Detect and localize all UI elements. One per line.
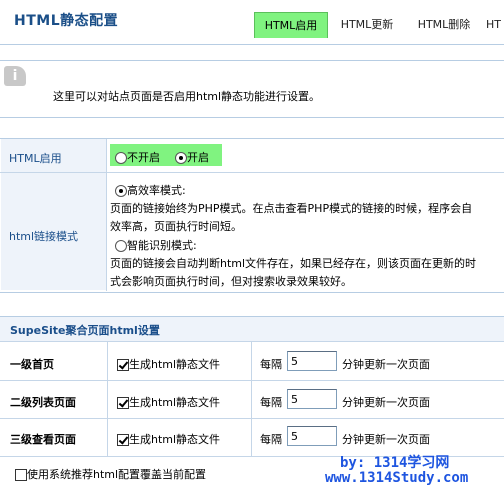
divider	[0, 172, 504, 173]
smart-desc-1: 页面的链接会自动判断html文件存在，如果已经存在，则该页面在更新的时	[110, 257, 477, 270]
interval-input-view[interactable]: 5	[287, 426, 337, 446]
checkbox-icon[interactable]	[117, 397, 129, 409]
watermark-line-1: by: 1314学习网	[340, 455, 450, 471]
radio-enable[interactable]: 开启	[175, 149, 209, 165]
radio-icon[interactable]	[175, 152, 187, 164]
tab-bar: HTML启用 HTML更新 HTML删除 HT	[252, 12, 504, 38]
checkbox-icon[interactable]	[117, 434, 129, 446]
divider	[251, 342, 252, 456]
enable-label: HTML启用	[9, 152, 62, 165]
checkbox-label: 生成html静态文件	[129, 358, 221, 371]
link-mode-label: html链接模式	[9, 230, 79, 243]
radio-icon[interactable]	[115, 185, 127, 197]
high-efficiency-desc-1: 页面的链接始终为PHP模式。在点击查看PHP模式的链接的时候，程序会自	[110, 202, 473, 215]
tab-html-update[interactable]: HTML更新	[332, 12, 402, 37]
interval-unit: 分钟更新一次页面	[342, 433, 430, 446]
generate-html-checkbox-list[interactable]: 生成html静态文件	[117, 394, 220, 410]
tab-more[interactable]: HT	[486, 12, 504, 37]
interval-unit: 分钟更新一次页面	[342, 358, 430, 371]
info-icon: i	[4, 66, 26, 86]
divider	[0, 418, 504, 419]
watermark-line-2: www.1314Study.com	[325, 470, 469, 486]
row-label-view: 三级查看页面	[10, 433, 76, 446]
radio-high-efficiency-label: 高效率模式:	[127, 184, 186, 197]
divider	[0, 380, 504, 381]
supesite-title: SupeSite聚合页面html设置	[10, 324, 160, 337]
generate-html-checkbox-home[interactable]: 生成html静态文件	[117, 356, 220, 372]
radio-smart-label: 智能识别模式:	[127, 239, 197, 252]
radio-icon[interactable]	[115, 240, 127, 252]
interval-label: 每隔	[260, 396, 282, 409]
supesite-title-bar: SupeSite聚合页面html设置	[0, 317, 504, 342]
radio-icon[interactable]	[115, 152, 127, 164]
checkbox-icon[interactable]	[117, 359, 129, 371]
interval-label: 每隔	[260, 433, 282, 446]
tab-html-enable[interactable]: HTML启用	[254, 12, 328, 38]
divider	[107, 342, 108, 456]
smart-desc-2: 式会影响页面执行时间，但对搜索收录效果较好。	[110, 275, 352, 288]
radio-disable[interactable]: 不开启	[115, 149, 160, 165]
use-recommended-checkbox[interactable]: 使用系统推荐html配置覆盖当前配置	[15, 466, 206, 482]
tab-html-delete[interactable]: HTML删除	[410, 12, 478, 37]
divider	[106, 139, 107, 291]
row-label-home: 一级首页	[10, 358, 54, 371]
page-title: HTML静态配置	[14, 13, 119, 29]
radio-enable-label: 开启	[187, 151, 209, 164]
radio-high-efficiency[interactable]: 高效率模式:	[115, 182, 186, 198]
row-label-list: 二级列表页面	[10, 396, 76, 409]
high-efficiency-desc-2: 效率高，页面执行时间短。	[110, 220, 242, 233]
generate-html-checkbox-view[interactable]: 生成html静态文件	[117, 431, 220, 447]
interval-unit: 分钟更新一次页面	[342, 396, 430, 409]
checkbox-label: 生成html静态文件	[129, 433, 221, 446]
use-recommended-label: 使用系统推荐html配置覆盖当前配置	[27, 468, 207, 481]
checkbox-label: 生成html静态文件	[129, 396, 221, 409]
radio-smart[interactable]: 智能识别模式:	[115, 237, 197, 253]
info-text: 这里可以对站点页面是否启用html静态功能进行设置。	[53, 90, 321, 103]
checkbox-icon[interactable]	[15, 469, 27, 481]
interval-input-list[interactable]: 5	[287, 389, 337, 409]
interval-input-home[interactable]: 5	[287, 351, 337, 371]
interval-label: 每隔	[260, 358, 282, 371]
radio-disable-label: 不开启	[127, 151, 160, 164]
